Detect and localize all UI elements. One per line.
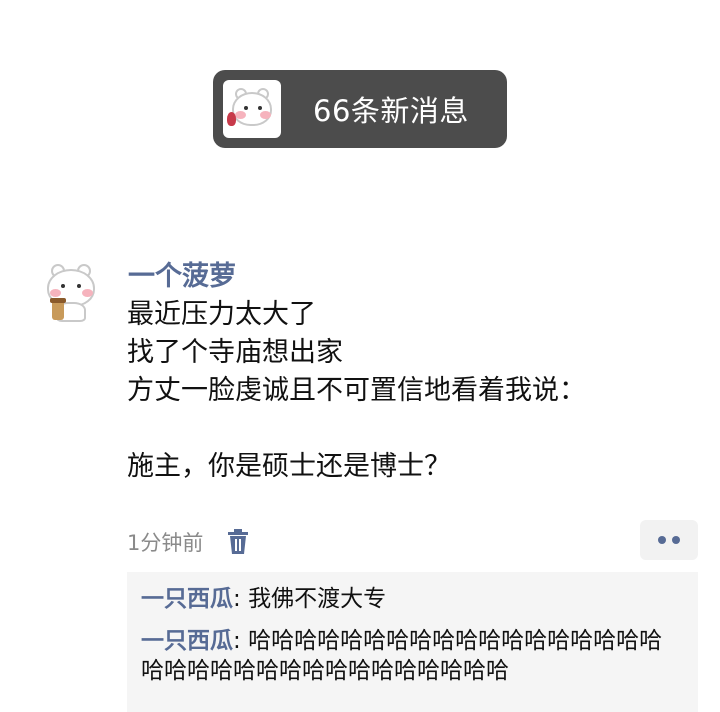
comment-item[interactable]: 一只西瓜: 我佛不渡大专 — [141, 584, 684, 614]
comment-text: 我佛不渡大专 — [248, 586, 387, 612]
new-messages-notification[interactable]: 66条新消息 — [213, 70, 507, 148]
comment-separator: : — [233, 586, 249, 612]
comment-author[interactable]: 一只西瓜 — [141, 586, 233, 612]
notification-avatar — [223, 80, 281, 138]
more-actions-button[interactable] — [640, 520, 698, 560]
post-author-name[interactable]: 一个菠萝 — [128, 254, 236, 293]
trash-icon[interactable] — [227, 529, 249, 555]
post-meta: 1分钟前 — [127, 525, 249, 559]
comment-item[interactable]: 一只西瓜: 哈哈哈哈哈哈哈哈哈哈哈哈哈哈哈哈哈哈哈哈哈哈哈哈哈哈哈哈哈哈哈哈哈哈 — [141, 626, 684, 686]
comments-section: 一只西瓜: 我佛不渡大专 一只西瓜: 哈哈哈哈哈哈哈哈哈哈哈哈哈哈哈哈哈哈哈哈哈… — [127, 572, 698, 712]
two-dots-icon — [658, 536, 666, 544]
new-messages-count: 66条新消息 — [313, 94, 469, 128]
comment-separator: : — [233, 628, 249, 654]
post-time: 1分钟前 — [127, 531, 204, 555]
post-content: 最近压力太大了 找了个寺庙想出家 方丈一脸虔诚且不可置信地看着我说： 施主，你是… — [127, 299, 586, 482]
comment-author[interactable]: 一只西瓜 — [141, 628, 233, 654]
post-author-avatar[interactable] — [42, 262, 100, 324]
